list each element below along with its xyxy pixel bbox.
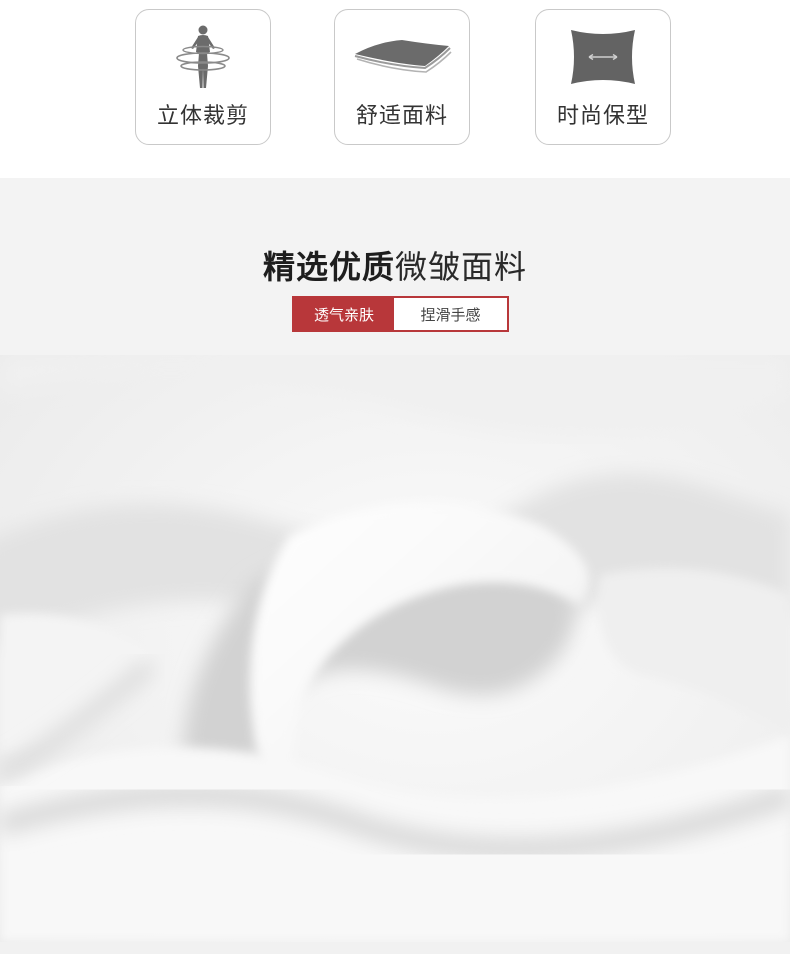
stretch-square-icon — [536, 22, 670, 92]
section-title-strong: 精选优质 — [262, 248, 395, 286]
section-title-light: 微皱面料 — [395, 248, 528, 286]
body-silhouette-icon — [136, 22, 270, 92]
tag-smooth-touch: 捏滑手感 — [420, 305, 481, 324]
feature-card-comfort-fabric: 舒适面料 — [334, 9, 470, 145]
feature-card-3d-cut: 立体裁剪 — [135, 9, 271, 145]
feature-label: 时尚保型 — [556, 104, 649, 129]
feature-tags: 透气亲肤 捏滑手感 — [292, 296, 509, 332]
fabric-sheet-icon — [335, 22, 469, 92]
feature-card-shape-retention: 时尚保型 — [535, 9, 671, 145]
section-title: 精选优质微皱面料 — [0, 242, 790, 288]
tag-breathable: 透气亲肤 — [294, 298, 394, 330]
bottom-strip — [0, 942, 790, 954]
fabric-section-header: 精选优质微皱面料 透气亲肤 捏滑手感 — [0, 178, 790, 355]
feature-label: 舒适面料 — [355, 104, 448, 129]
features-row: 立体裁剪 舒适面料 时尚保型 — [0, 0, 790, 178]
fabric-closeup-image — [0, 355, 790, 942]
feature-label: 立体裁剪 — [156, 104, 249, 129]
